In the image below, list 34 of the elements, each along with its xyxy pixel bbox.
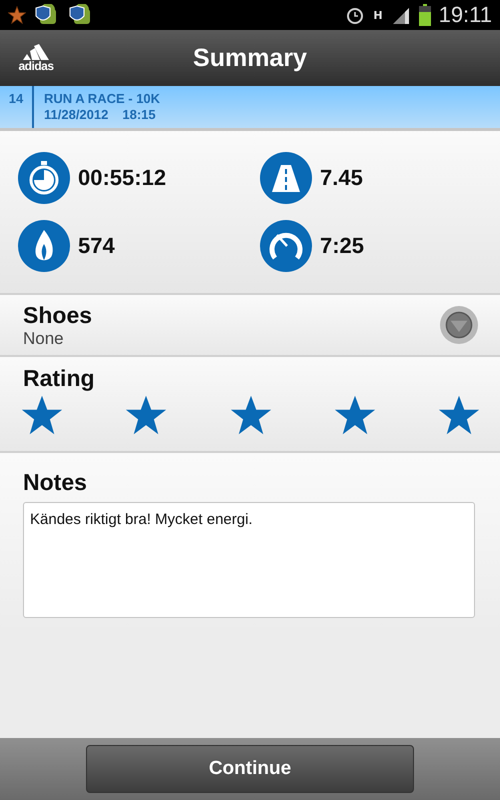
road-icon <box>260 152 312 204</box>
star-icon[interactable] <box>21 394 63 436</box>
stat-value: 7.45 <box>320 165 363 191</box>
signal-icon <box>390 6 411 24</box>
continue-button[interactable]: Continue <box>86 745 414 793</box>
flame-icon <box>18 220 70 272</box>
alarm-icon <box>345 5 366 25</box>
stat-value: 00:55:12 <box>78 165 166 191</box>
stopwatch-icon <box>18 152 70 204</box>
notes-label: Notes <box>23 469 87 495</box>
star-icon[interactable] <box>125 394 168 436</box>
clock: 19:11 <box>438 2 492 28</box>
gauge-icon <box>260 220 312 272</box>
screen-title: Summary <box>192 44 308 72</box>
battery-icon <box>418 4 431 26</box>
shoes-value: None <box>23 328 65 348</box>
workout-date: 11/28/2012 <box>44 107 108 123</box>
workout-name: RUN A RACE - 10K <box>44 91 160 107</box>
star-icon[interactable] <box>334 394 376 436</box>
network-type: H <box>373 8 383 22</box>
logo-stripes-icon <box>21 44 51 60</box>
shoes-label: Shoes <box>23 302 92 328</box>
rating-label: Rating <box>23 365 95 391</box>
star-icon[interactable] <box>438 394 480 436</box>
workout-number: 14 <box>0 86 34 128</box>
star-icon[interactable] <box>230 394 272 436</box>
notes-field[interactable]: Kändes riktigt bra! Mycket energi. <box>23 502 475 618</box>
logo-text: adidas <box>18 60 54 72</box>
stat-value: 7:25 <box>320 233 364 259</box>
stat-value: 574 <box>78 233 115 259</box>
dropdown-button[interactable] <box>440 306 478 344</box>
workout-time: 18:15 <box>122 107 156 123</box>
star-icon <box>8 6 26 24</box>
star-rating[interactable] <box>21 394 480 436</box>
